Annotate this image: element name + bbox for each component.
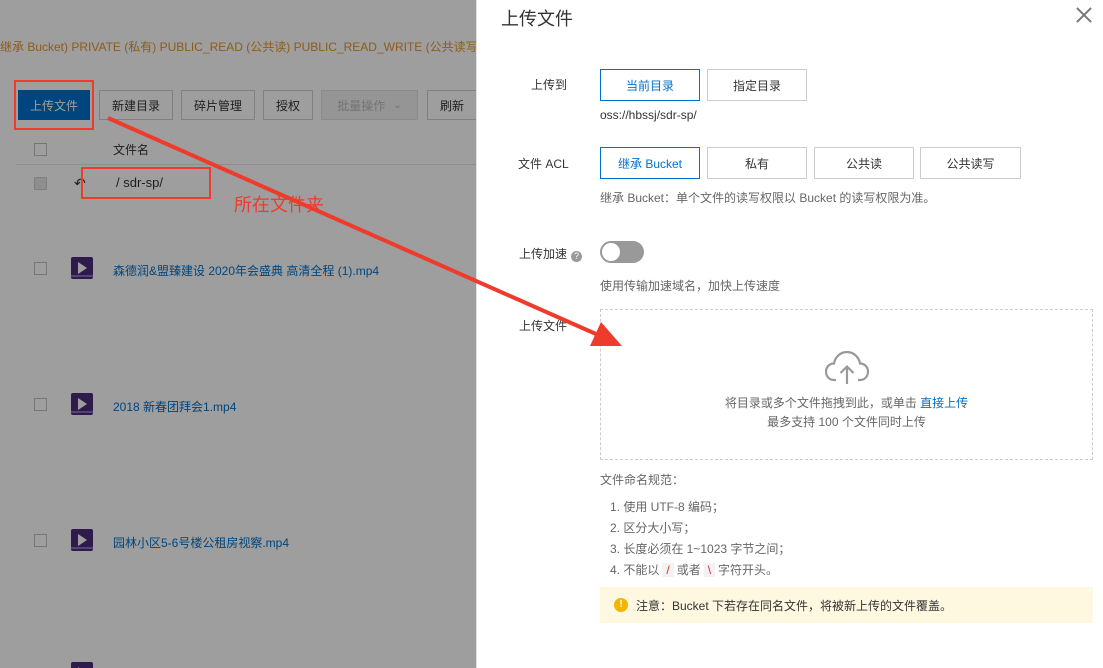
dialog-title: 上传文件 — [501, 9, 573, 29]
annotation-box-path — [81, 167, 211, 199]
direct-upload-link[interactable]: 直接上传 — [920, 396, 968, 410]
notice-text: 注意：Bucket 下若存在同名文件，将被新上传的文件覆盖。 — [636, 598, 953, 613]
acl-inherit-option[interactable]: 继承 Bucket — [600, 147, 700, 179]
acl-public-read-write-option[interactable]: 公共读写 — [920, 147, 1021, 179]
upload-dialog: 上传文件 上传到 当前目录 指定目录 oss://hbssj/sdr-sp/ 文… — [476, 0, 1103, 668]
naming-rule: 3. 长度必须在 1~1023 字节之间； — [610, 542, 791, 556]
close-icon[interactable] — [1074, 5, 1094, 25]
acl-private-option[interactable]: 私有 — [707, 147, 807, 179]
naming-rule: 1. 使用 UTF-8 编码； — [610, 500, 725, 514]
upload-to-label: 上传到 — [531, 78, 568, 92]
file-dropzone[interactable]: 将目录或多个文件拖拽到此，或单击 直接上传 最多支持 100 个文件同时上传 — [600, 309, 1093, 460]
accelerate-hint: 使用传输加速域名，加快上传速度 — [600, 279, 781, 293]
dropzone-text: 将目录或多个文件拖拽到此，或单击 直接上传 — [724, 396, 969, 410]
acl-hint: 继承 Bucket：单个文件的读写权限以 Bucket 的读写权限为准。 — [600, 191, 936, 205]
naming-rule: 4. 不能以 / 或者 \ 字符开头。 — [610, 563, 779, 577]
help-icon[interactable]: ? — [571, 251, 583, 262]
current-directory-option[interactable]: 当前目录 — [600, 69, 700, 101]
specified-directory-option[interactable]: 指定目录 — [707, 69, 807, 101]
dropzone-limit: 最多支持 100 个文件同时上传 — [767, 415, 926, 429]
naming-rules-title: 文件命名规范： — [600, 473, 685, 487]
upload-files-label: 上传文件 — [519, 319, 568, 333]
naming-rule: 2. 区分大小写； — [610, 521, 696, 535]
upload-path: oss://hbssj/sdr-sp/ — [600, 108, 697, 122]
accelerate-label-group: 上传加速? — [519, 245, 583, 262]
file-acl-label: 文件 ACL — [518, 157, 569, 171]
warning-icon: ! — [614, 598, 628, 612]
acl-public-read-option[interactable]: 公共读 — [814, 147, 914, 179]
accelerate-label: 上传加速 — [519, 247, 568, 261]
overwrite-notice: ! 注意：Bucket 下若存在同名文件，将被新上传的文件覆盖。 — [600, 587, 1093, 623]
annotation-box-upload — [14, 80, 94, 130]
cloud-upload-icon — [825, 350, 869, 384]
annotation-label: 所在文件夹 — [234, 195, 324, 216]
accelerate-toggle[interactable] — [600, 241, 644, 263]
